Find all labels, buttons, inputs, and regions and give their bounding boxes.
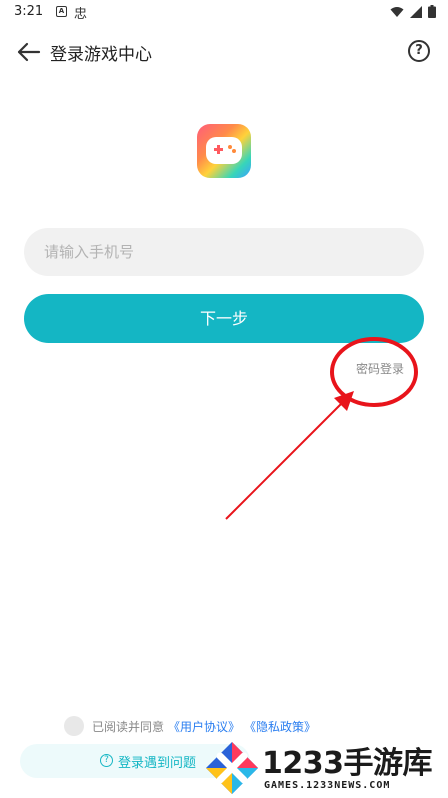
annotation-overlay: [225, 337, 418, 520]
bug-icon: 忠: [74, 7, 88, 22]
battery-icon: [428, 5, 436, 18]
agree-checkbox[interactable]: [64, 716, 84, 736]
status-right-icons: [390, 5, 436, 18]
agreement-text: 已阅读并同意: [92, 719, 165, 734]
help-button[interactable]: ?: [408, 40, 430, 62]
password-login-link[interactable]: 密码登录: [356, 360, 404, 377]
signal-icon: [410, 5, 422, 18]
watermark: 1233手游库 GAMES.1233NEWS.COM: [204, 738, 448, 798]
watermark-subtitle: GAMES.1233NEWS.COM: [264, 780, 391, 791]
watermark-title: 1233手游库: [262, 746, 433, 781]
annotation-arrow-line: [225, 402, 343, 520]
watermark-logo-icon: [206, 742, 258, 794]
page-title: 登录游戏中心: [50, 45, 152, 65]
status-bar: 3:21 A 忠: [0, 0, 448, 24]
next-step-button[interactable]: 下一步: [24, 294, 424, 343]
wifi-icon: [390, 6, 404, 17]
agreement-row: 已阅读并同意 《用户协议》 《隐私政策》: [64, 715, 316, 737]
phone-number-input[interactable]: [24, 228, 424, 276]
status-time: 3:21: [14, 4, 44, 19]
gamepad-icon: [206, 137, 242, 164]
user-agreement-link[interactable]: 《用户协议》: [168, 718, 240, 735]
game-center-logo: [197, 124, 251, 178]
privacy-policy-link[interactable]: 《隐私政策》: [244, 718, 316, 735]
header: 登录游戏中心 ?: [0, 30, 448, 74]
back-button[interactable]: [14, 38, 42, 66]
annotation-arrowhead: [334, 391, 354, 411]
help-circle-icon: ?: [100, 754, 113, 767]
arrow-left-icon: [17, 42, 41, 62]
a-notification-icon: A: [56, 6, 67, 17]
login-help-label: 登录遇到问题: [118, 756, 197, 771]
